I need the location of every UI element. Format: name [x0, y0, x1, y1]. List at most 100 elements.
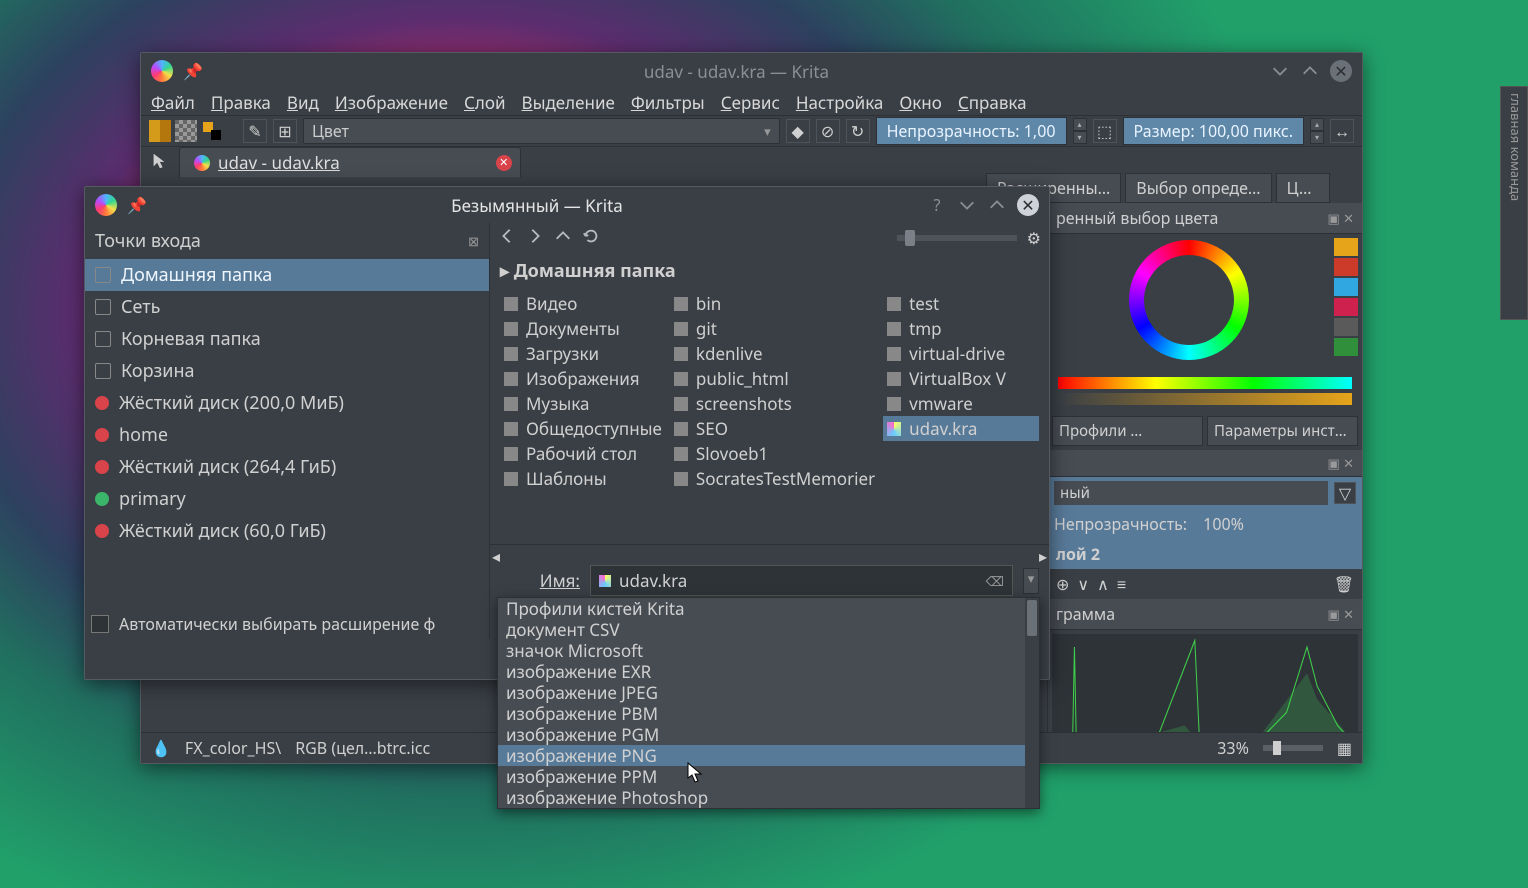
dropdown-option[interactable]: изображение PNG: [498, 745, 1039, 766]
menu-bar[interactable]: Файл Правка Вид Изображение Слой Выделен…: [141, 89, 1362, 115]
color-triangle[interactable]: [1157, 269, 1221, 323]
close-button[interactable]: ✕: [1330, 60, 1352, 82]
minimize-button[interactable]: [1270, 61, 1290, 81]
swatch-pattern-icon[interactable]: [175, 120, 197, 142]
sat-slider[interactable]: [1058, 393, 1352, 405]
swatch[interactable]: [1334, 298, 1358, 316]
hue-slider[interactable]: [1058, 377, 1352, 389]
file-item[interactable]: Музыка: [500, 391, 666, 416]
dialog-minimize-button[interactable]: [957, 195, 977, 215]
view-config-button[interactable]: ⚙: [1027, 227, 1041, 249]
arrow-cursor-icon[interactable]: [149, 151, 169, 171]
document-tab[interactable]: udav - udav.kra ✕: [179, 147, 521, 177]
swatch[interactable]: [1334, 338, 1358, 356]
dropdown-scrollbar[interactable]: [1025, 598, 1039, 808]
pin-icon[interactable]: 📌: [127, 194, 147, 216]
layer-props-button[interactable]: ≡: [1117, 573, 1126, 595]
menu-window[interactable]: Окно: [899, 91, 942, 114]
file-item[interactable]: SEO: [670, 416, 879, 441]
dropdown-option[interactable]: Профили кистей Krita: [498, 598, 1039, 619]
eraser-button[interactable]: ◆: [786, 119, 810, 143]
layer-blend-combo[interactable]: ный: [1054, 481, 1328, 505]
menu-filters[interactable]: Фильтры: [631, 91, 705, 114]
file-item[interactable]: Шаблоны: [500, 466, 666, 491]
menu-help[interactable]: Справка: [958, 91, 1027, 114]
places-item[interactable]: Сеть: [85, 291, 489, 323]
places-item[interactable]: Домашняя папка: [85, 259, 489, 291]
dropdown-option[interactable]: изображение Photoshop: [498, 787, 1039, 808]
tab-profiles[interactable]: Профили …: [1052, 416, 1203, 446]
titlebar[interactable]: 📌 udav - udav.kra — Krita ✕: [141, 53, 1362, 89]
dialog-titlebar[interactable]: 📌 Безымянный — Krita ? ✕: [85, 187, 1049, 223]
flow-button[interactable]: ⬚: [1093, 119, 1117, 143]
tab-c[interactable]: Ц…: [1276, 173, 1330, 203]
tab-specific[interactable]: Выбор опреде…: [1125, 173, 1271, 203]
file-item[interactable]: vmware: [883, 391, 1039, 416]
file-item[interactable]: SocratesTestMemorier: [670, 466, 879, 491]
color-picker[interactable]: [1048, 234, 1362, 377]
zoom-fit-icon[interactable]: ▦: [1337, 737, 1352, 759]
help-button[interactable]: ?: [927, 195, 947, 215]
menu-select[interactable]: Выделение: [522, 91, 615, 114]
dropdown-option[interactable]: изображение PPM: [498, 766, 1039, 787]
layer-opacity-row[interactable]: Непрозрачность: 100%: [1048, 509, 1362, 539]
places-item[interactable]: Жёсткий диск (200,0 МиБ): [85, 387, 489, 419]
file-item[interactable]: bin: [670, 291, 879, 316]
menu-layer[interactable]: Слой: [464, 91, 506, 114]
places-close-icon[interactable]: ⊠: [468, 232, 479, 250]
places-item[interactable]: home: [85, 419, 489, 451]
menu-settings[interactable]: Настройка: [796, 91, 884, 114]
color-panel-header[interactable]: ренный выбор цвета▣ ✕: [1048, 203, 1362, 234]
file-item[interactable]: Изображения: [500, 366, 666, 391]
pin-icon[interactable]: 📌: [183, 60, 203, 82]
name-history-button[interactable]: ▾: [1023, 568, 1039, 594]
opacity-spinbox[interactable]: Непрозрачность: 1,00: [876, 117, 1067, 145]
file-item[interactable]: public_html: [670, 366, 879, 391]
size-spinbox[interactable]: Размер: 100,00 пикс.: [1123, 117, 1304, 145]
dropdown-option[interactable]: изображение EXR: [498, 661, 1039, 682]
fg-bg-color-icon[interactable]: [203, 122, 221, 140]
file-item[interactable]: Видео: [500, 291, 666, 316]
layer-item[interactable]: лой 2: [1048, 539, 1362, 569]
tab-tool-options[interactable]: Параметры инстр…: [1207, 416, 1358, 446]
file-item[interactable]: screenshots: [670, 391, 879, 416]
swatch[interactable]: [1334, 278, 1358, 296]
places-item[interactable]: primary: [85, 483, 489, 515]
nav-reload-button[interactable]: [582, 227, 600, 250]
file-item[interactable]: Slovoeb1: [670, 441, 879, 466]
places-item[interactable]: Жёсткий диск (264,4 ГиБ): [85, 451, 489, 483]
menu-view[interactable]: Вид: [287, 91, 319, 114]
layer-down-button[interactable]: ∨: [1077, 573, 1089, 595]
mirror-button[interactable]: ↔: [1330, 119, 1354, 143]
file-item[interactable]: Общедоступные: [500, 416, 666, 441]
swatch[interactable]: [1334, 318, 1358, 336]
dropdown-option[interactable]: значок Microsoft: [498, 640, 1039, 661]
auto-ext-checkbox[interactable]: [91, 615, 109, 633]
blend-mode-combo[interactable]: Цвет▾: [303, 118, 780, 144]
layer-filter-button[interactable]: ▽: [1334, 482, 1356, 504]
breadcrumb[interactable]: ▸ Домашняя папка: [490, 253, 1049, 289]
dialog-maximize-button[interactable]: [987, 195, 1007, 215]
dropdown-option[interactable]: изображение PBM: [498, 703, 1039, 724]
panel-strip[interactable]: главная команда: [1500, 86, 1528, 320]
file-item[interactable]: virtual-drive: [883, 341, 1039, 366]
file-item[interactable]: udav.kra: [883, 416, 1039, 441]
swatch-column[interactable]: [1330, 234, 1362, 377]
maximize-button[interactable]: [1300, 61, 1320, 81]
alpha-lock-button[interactable]: ⊘: [816, 119, 840, 143]
file-item[interactable]: VirtualBox V: [883, 366, 1039, 391]
dropdown-option[interactable]: изображение JPEG: [498, 682, 1039, 703]
zoom-slider[interactable]: [1263, 745, 1323, 751]
filter-dropdown-list[interactable]: Профили кистей Kritaдокумент CSVзначок M…: [497, 597, 1040, 809]
file-item[interactable]: Документы: [500, 316, 666, 341]
menu-edit[interactable]: Правка: [211, 91, 271, 114]
file-item[interactable]: test: [883, 291, 1039, 316]
nav-forward-button[interactable]: [526, 227, 544, 250]
reload-button[interactable]: ↻: [846, 119, 870, 143]
h-scrollbar[interactable]: ◂▸: [490, 544, 1049, 561]
doc-tab-close[interactable]: ✕: [496, 155, 512, 171]
size-spin-buttons[interactable]: ▴▾: [1310, 118, 1324, 144]
file-item[interactable]: [883, 466, 1039, 491]
layer-delete-button[interactable]: 🗑: [1334, 573, 1354, 595]
zoom-value[interactable]: 33%: [1217, 737, 1249, 759]
